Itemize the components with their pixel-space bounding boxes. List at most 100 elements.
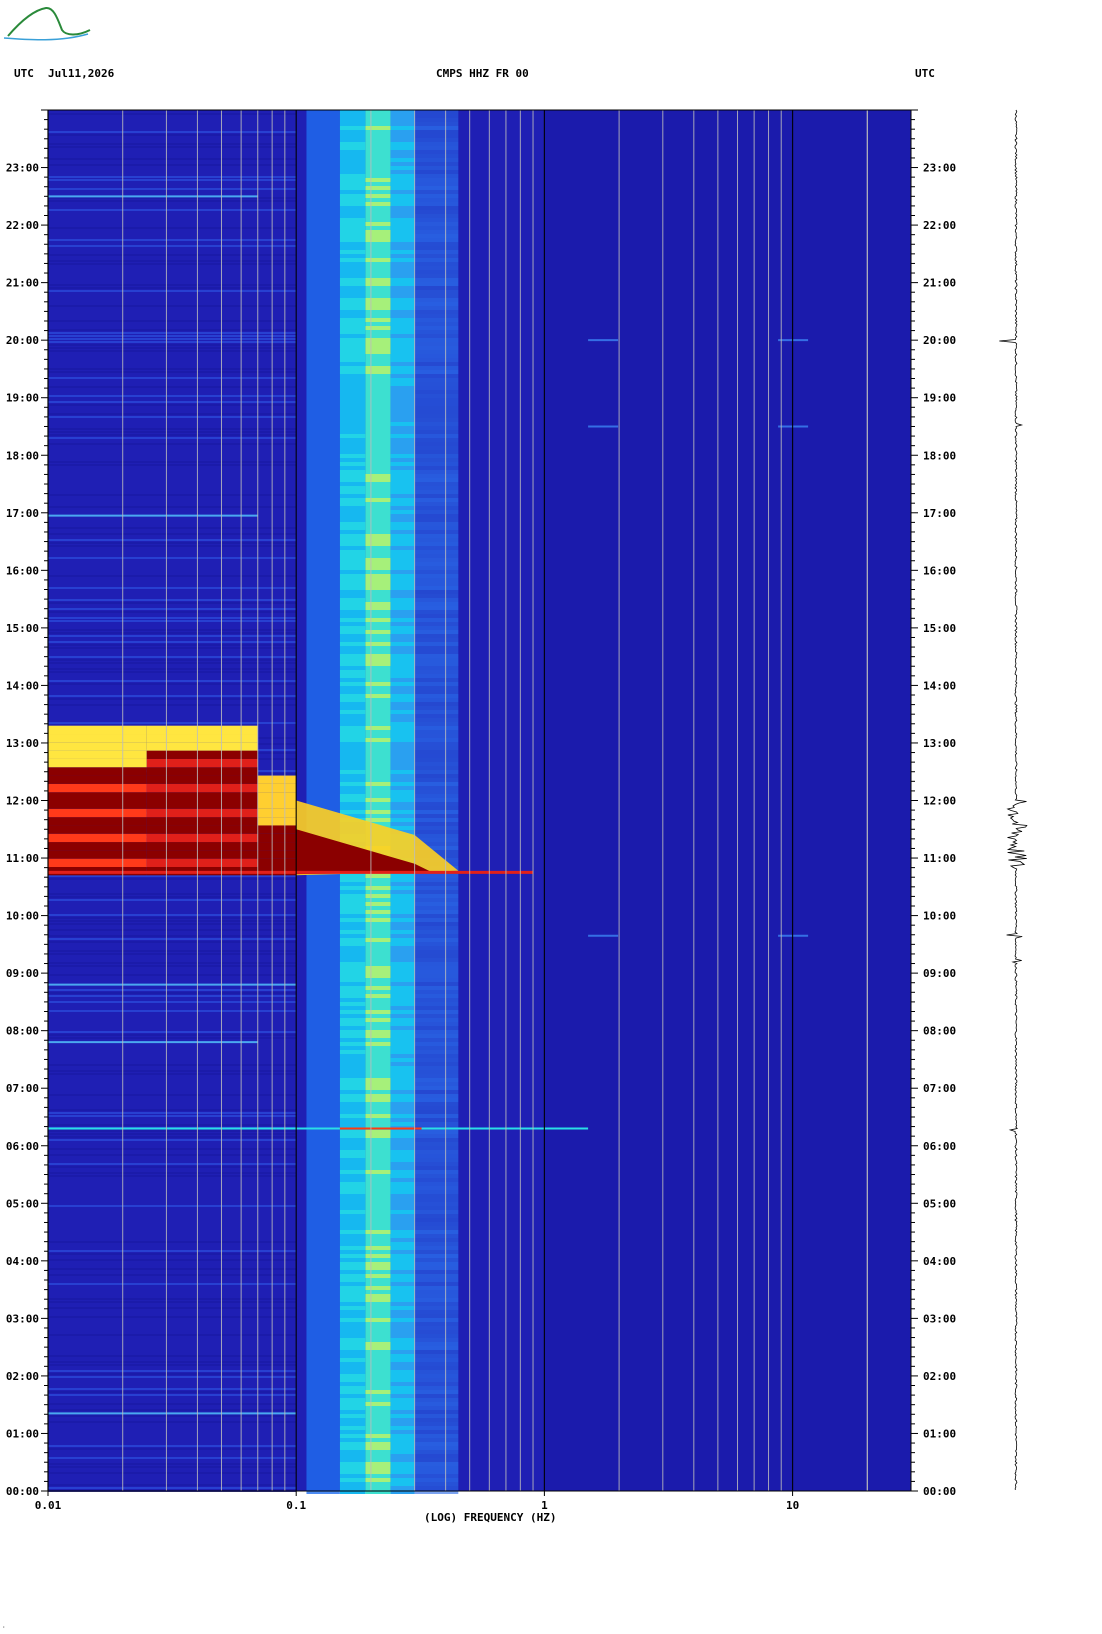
band-tail: [414, 1286, 459, 1290]
band-edge: [306, 670, 340, 674]
band-core: [390, 730, 415, 734]
band-core: [390, 762, 415, 766]
band-tail: [414, 1258, 459, 1262]
band-core: [390, 190, 415, 194]
noise-streak: [48, 878, 297, 880]
band-peak: [365, 722, 391, 726]
band-core: [390, 594, 415, 598]
band-edge: [306, 566, 340, 570]
band-peak: [365, 1426, 391, 1430]
band-core: [339, 730, 366, 734]
band-core: [390, 1106, 415, 1110]
band-peak: [365, 986, 391, 990]
band-tail: [414, 618, 459, 622]
noise-streak: [48, 1136, 297, 1138]
band-core: [339, 1438, 366, 1442]
band-tail: [414, 1282, 459, 1286]
band-peak: [365, 238, 391, 242]
band-core: [339, 1278, 366, 1282]
band-core: [390, 1270, 415, 1274]
band-tail: [414, 770, 459, 774]
band-core: [390, 1098, 415, 1102]
band-core: [339, 562, 366, 566]
band-tail: [414, 414, 459, 418]
band-core: [390, 646, 415, 650]
band-edge: [306, 1238, 340, 1242]
band-edge: [306, 386, 340, 390]
band-peak: [365, 262, 391, 266]
band-peak: [365, 1150, 391, 1154]
band-peak: [365, 170, 391, 174]
band-edge: [306, 1402, 340, 1406]
band-tail: [414, 1390, 459, 1394]
band-core: [339, 354, 366, 358]
band-edge: [306, 414, 340, 418]
band-edge: [306, 270, 340, 274]
band-peak: [365, 1278, 391, 1282]
noise-streak: [48, 950, 297, 952]
band-tail: [414, 1186, 459, 1190]
band-tail: [414, 234, 459, 238]
band-peak: [365, 378, 391, 382]
band-tail: [414, 314, 459, 318]
band-tail: [414, 146, 459, 150]
band-edge: [306, 598, 340, 602]
band-peak: [365, 1370, 391, 1374]
band-peak: [365, 922, 391, 926]
band-core: [390, 910, 415, 914]
band-edge: [306, 450, 340, 454]
band-core: [339, 218, 366, 222]
band-core: [339, 966, 366, 970]
band-edge: [306, 906, 340, 910]
band-tail: [414, 266, 459, 270]
band-core: [339, 406, 366, 410]
band-tail: [414, 1154, 459, 1158]
band-core: [339, 550, 366, 554]
band-peak: [365, 254, 391, 258]
band-edge: [306, 1426, 340, 1430]
band-core: [390, 1234, 415, 1238]
band-tail: [414, 1074, 459, 1078]
band-core: [390, 1294, 415, 1298]
band-core: [390, 778, 415, 782]
band-edge: [306, 242, 340, 246]
band-peak: [365, 502, 391, 506]
band-peak: [365, 490, 391, 494]
band-peak: [365, 666, 391, 670]
band-tail: [414, 610, 459, 614]
band-peak: [365, 582, 391, 586]
band-core: [390, 1038, 415, 1042]
band-peak: [365, 134, 391, 138]
noise-streak: [48, 896, 297, 898]
band-tail: [414, 526, 459, 530]
band-edge: [306, 1278, 340, 1282]
band-core: [339, 342, 366, 346]
band-edge: [306, 758, 340, 762]
band-core: [390, 906, 415, 910]
band-core: [339, 1378, 366, 1382]
band-peak: [365, 1206, 391, 1210]
band-core: [339, 1414, 366, 1418]
band-core: [339, 970, 366, 974]
band-edge: [306, 110, 340, 114]
band-core: [390, 1330, 415, 1334]
y-tick-label-right: 17:00: [923, 507, 956, 520]
band-core: [390, 674, 415, 678]
band-tail: [414, 790, 459, 794]
band-core: [390, 546, 415, 550]
y-tick-label-right: 11:00: [923, 852, 956, 865]
band-core: [390, 1378, 415, 1382]
band-core: [390, 330, 415, 334]
seismogram-trace: [999, 109, 1028, 1491]
band-core: [339, 1446, 366, 1450]
noise-streak: [48, 575, 297, 577]
band-edge: [306, 1282, 340, 1286]
noise-streak: [48, 1388, 297, 1390]
band-tail: [414, 446, 459, 450]
band-tail: [414, 746, 459, 750]
band-edge: [306, 518, 340, 522]
band-edge: [306, 1142, 340, 1146]
episode-cell: [257, 825, 297, 834]
noise-streak: [48, 1148, 297, 1150]
band-core: [390, 718, 415, 722]
